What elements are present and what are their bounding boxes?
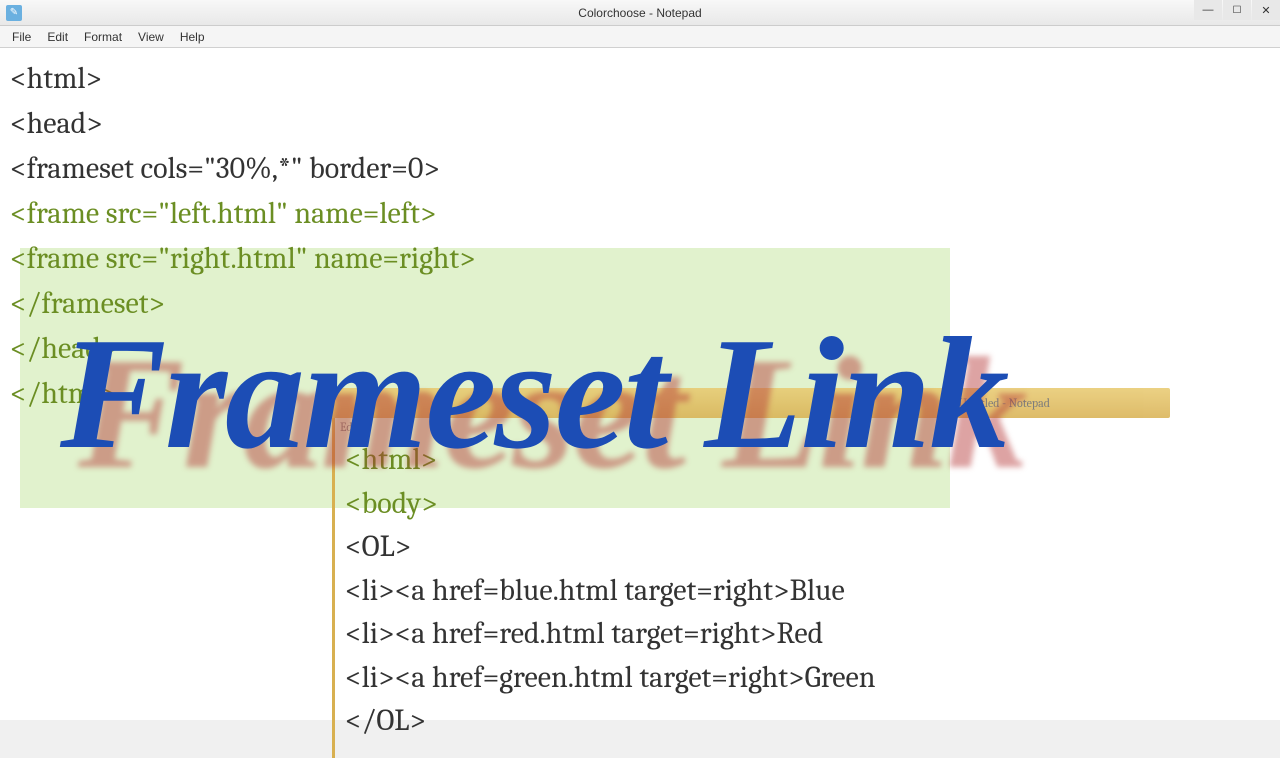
- menubar: File Edit Format View Help: [0, 26, 1280, 48]
- code-line: </OL>: [345, 699, 1145, 743]
- code-line: <head>: [10, 101, 1270, 146]
- text-editor[interactable]: <html> <head> <frameset cols="30%,*" bor…: [0, 48, 1280, 720]
- code-line: <frame src="left.html" name=left>: [10, 191, 1270, 236]
- menu-view[interactable]: View: [130, 28, 172, 46]
- menu-edit[interactable]: Edit: [39, 28, 76, 46]
- code-line: <li><a href=red.html target=right>Red: [345, 612, 1145, 656]
- maximize-button[interactable]: ☐: [1223, 0, 1251, 20]
- menu-help[interactable]: Help: [172, 28, 213, 46]
- window-title: Colorchoose - Notepad: [578, 6, 701, 20]
- overlay-script-text: Frameset Link: [60, 273, 1007, 513]
- menu-format[interactable]: Format: [76, 28, 130, 46]
- window-titlebar: ✎ Colorchoose - Notepad — ☐ ✕: [0, 0, 1280, 26]
- menu-file[interactable]: File: [4, 28, 39, 46]
- code-line: <frameset cols="30%,*" border=0>: [10, 146, 1270, 191]
- code-line: <li><a href=green.html target=right>Gree…: [345, 656, 1145, 700]
- window-controls: — ☐ ✕: [1193, 0, 1280, 20]
- close-button[interactable]: ✕: [1252, 0, 1280, 20]
- code-line: <html>: [10, 56, 1270, 101]
- app-icon: ✎: [6, 5, 22, 21]
- code-line: <li><a href=blue.html target=right>Blue: [345, 569, 1145, 613]
- minimize-button[interactable]: —: [1194, 0, 1222, 20]
- app-icon-glyph: ✎: [10, 7, 18, 18]
